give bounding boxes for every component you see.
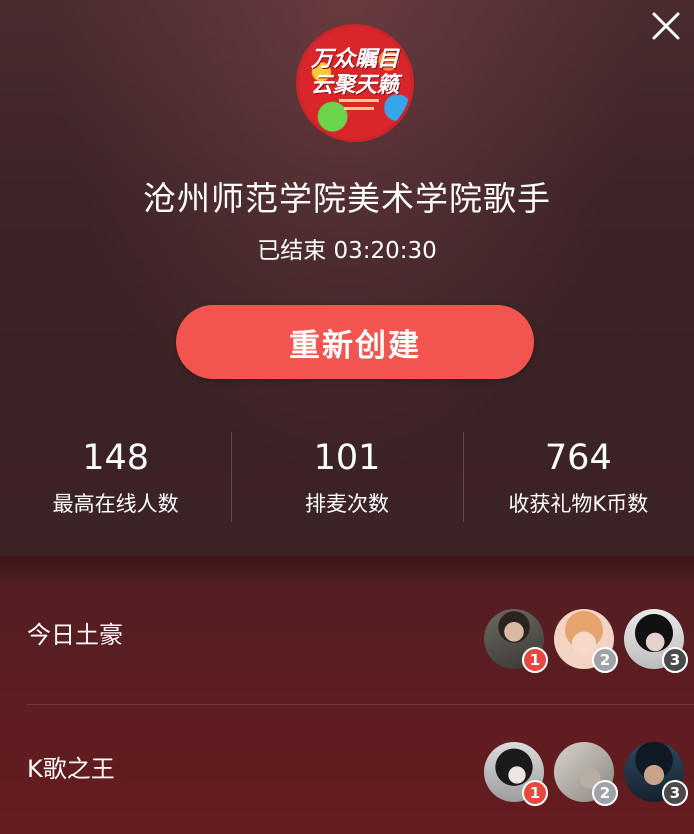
room-avatar-decoration (344, 107, 374, 110)
stat-value: 764 (544, 438, 612, 478)
close-icon[interactable] (648, 8, 684, 44)
stat-gift-coins: 764 收获礼物K币数 (462, 430, 694, 525)
stat-value: 148 (82, 438, 150, 478)
stat-peak-online: 148 最高在线人数 (0, 430, 231, 525)
room-avatar: 万众瞩目 云聚天籁 (296, 24, 414, 142)
rank-badge: 3 (662, 780, 688, 806)
room-status: 已结束 03:20:30 (257, 238, 437, 264)
rank-badge: 2 (592, 780, 618, 806)
ranking-label-rich: 今日土豪 (27, 621, 123, 649)
rank-badge: 1 (522, 647, 548, 673)
ranking-singer-avatar-1[interactable]: 1 (484, 742, 548, 806)
ranking-singer-avatar-3[interactable]: 3 (624, 742, 688, 806)
room-title: 沧州师范学院美术学院歌手 (143, 179, 551, 218)
ranking-label-singer: K歌之王 (27, 755, 115, 783)
stat-label: 排麦次数 (304, 492, 389, 516)
rank-badge: 2 (592, 647, 618, 673)
stat-label: 最高在线人数 (52, 492, 179, 516)
stat-mic-queue: 101 排麦次数 (231, 430, 462, 525)
recreate-button[interactable]: 重新创建 (176, 305, 534, 379)
stats-row: 148 最高在线人数 101 排麦次数 764 收获礼物K币数 (0, 430, 694, 525)
ranking-rich-avatar-1[interactable]: 1 (484, 609, 548, 673)
ranking-rich-avatar-2[interactable]: 2 (554, 609, 618, 673)
room-avatar-decoration (339, 99, 379, 102)
ranking-rich-avatar-3[interactable]: 3 (624, 609, 688, 673)
room-avatar-logo-line2: 云聚天籁 (310, 72, 399, 98)
stat-value: 101 (313, 438, 381, 478)
divider (27, 704, 694, 705)
rank-badge: 3 (662, 647, 688, 673)
stat-label: 收获礼物K币数 (508, 492, 649, 516)
ranking-singer-avatar-2[interactable]: 2 (554, 742, 618, 806)
rank-badge: 1 (522, 780, 548, 806)
